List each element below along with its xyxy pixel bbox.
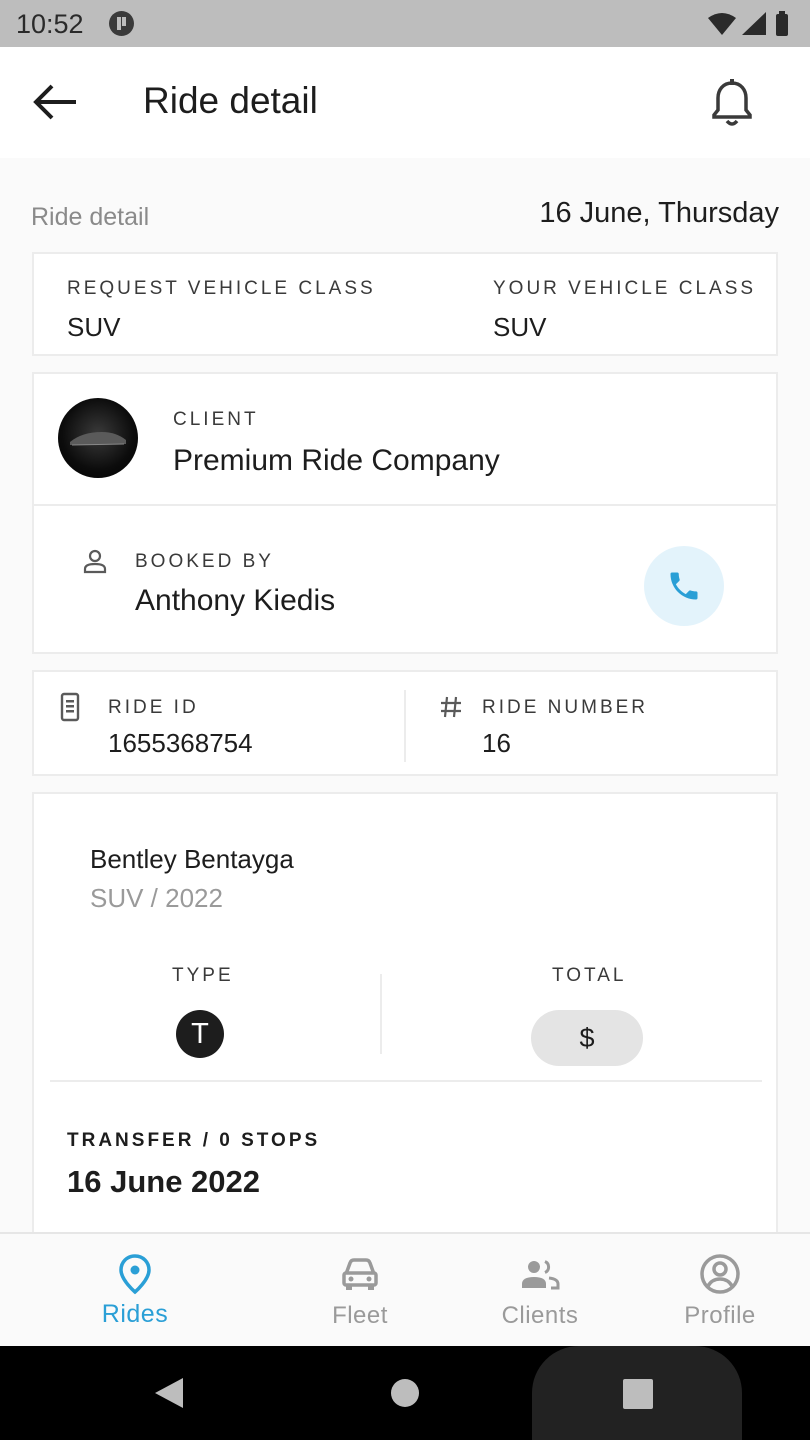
nav-recents-icon[interactable] [622, 1378, 654, 1410]
phone-icon [670, 572, 698, 600]
location-pin-icon [119, 1254, 151, 1295]
nav-label: Fleet [332, 1302, 388, 1329]
car-silhouette-icon [70, 432, 126, 446]
client-avatar [58, 398, 138, 478]
transfer-date: 16 June 2022 [67, 1164, 261, 1199]
signal-icon [742, 12, 766, 35]
nav-label: Rides [101, 1300, 169, 1328]
nav-home-icon[interactable] [390, 1378, 420, 1408]
ride-number-label: RIDE NUMBER [482, 697, 649, 718]
ride-id-value: 1655368754 [108, 728, 253, 758]
vehicle-subtitle: SUV / 2022 [90, 883, 223, 913]
receipt-icon [60, 692, 80, 722]
status-time: 10:52 [16, 9, 84, 39]
nav-clients[interactable]: Clients [460, 1234, 620, 1346]
total-value: $ [531, 1010, 643, 1066]
app-bar: Ride detail [0, 47, 810, 158]
your-vehicle-class-value: SUV [493, 312, 547, 342]
vehicle-class-card: REQUEST VEHICLE CLASS SUV YOUR VEHICLE C… [32, 252, 778, 356]
people-icon [522, 1260, 560, 1290]
type-badge: T [176, 1010, 224, 1058]
nav-label: Profile [684, 1302, 756, 1329]
nav-label: Clients [501, 1302, 579, 1329]
account-circle-icon [700, 1254, 740, 1294]
divider [380, 974, 382, 1054]
client-label: CLIENT [173, 409, 259, 430]
client-name: Premium Ride Company [173, 444, 500, 477]
bottom-nav: Rides Fleet Clients Profile [0, 1232, 810, 1346]
person-icon [83, 549, 107, 574]
ride-date: 16 June, Thursday [539, 197, 779, 229]
page-title: Ride detail [143, 80, 318, 121]
status-icons [708, 11, 788, 36]
request-vehicle-class-value: SUV [67, 312, 121, 342]
ride-number-value: 16 [482, 728, 511, 758]
divider [34, 504, 776, 506]
vehicle-name: Bentley Bentayga [90, 844, 294, 874]
vehicle-card: Bentley Bentayga SUV / 2022 TYPE T TOTAL… [32, 792, 778, 1242]
status-bar: 10:52 [0, 0, 810, 47]
wifi-icon [708, 13, 736, 35]
type-label: TYPE [172, 965, 234, 986]
ride-ids-card: RIDE ID 1655368754 RIDE NUMBER 16 [32, 670, 778, 776]
nav-profile[interactable]: Profile [640, 1234, 800, 1346]
ride-id-label: RIDE ID [108, 697, 199, 718]
client-card: CLIENT Premium Ride Company BOOKED BY An… [32, 372, 778, 654]
request-vehicle-class-label: REQUEST VEHICLE CLASS [67, 278, 376, 299]
divider [404, 690, 406, 762]
nav-back-icon[interactable] [153, 1376, 185, 1410]
booked-by-label: BOOKED BY [135, 551, 274, 572]
app-icon [109, 11, 134, 36]
total-label: TOTAL [552, 965, 627, 986]
nav-rides[interactable]: Rides [55, 1234, 215, 1346]
bell-icon[interactable] [706, 77, 758, 129]
divider [50, 1080, 762, 1082]
transfer-label: TRANSFER / 0 STOPS [67, 1130, 321, 1151]
your-vehicle-class-label: YOUR VEHICLE CLASS [493, 278, 757, 299]
arrow-back-icon[interactable] [26, 79, 84, 125]
call-button[interactable] [644, 546, 724, 626]
system-nav-bar [0, 1346, 810, 1440]
booked-by-name: Anthony Kiedis [135, 584, 336, 617]
hash-icon [441, 696, 461, 718]
car-icon [342, 1258, 378, 1290]
nav-fleet[interactable]: Fleet [280, 1234, 440, 1346]
section-label: Ride detail [31, 203, 150, 231]
battery-icon [776, 11, 788, 36]
